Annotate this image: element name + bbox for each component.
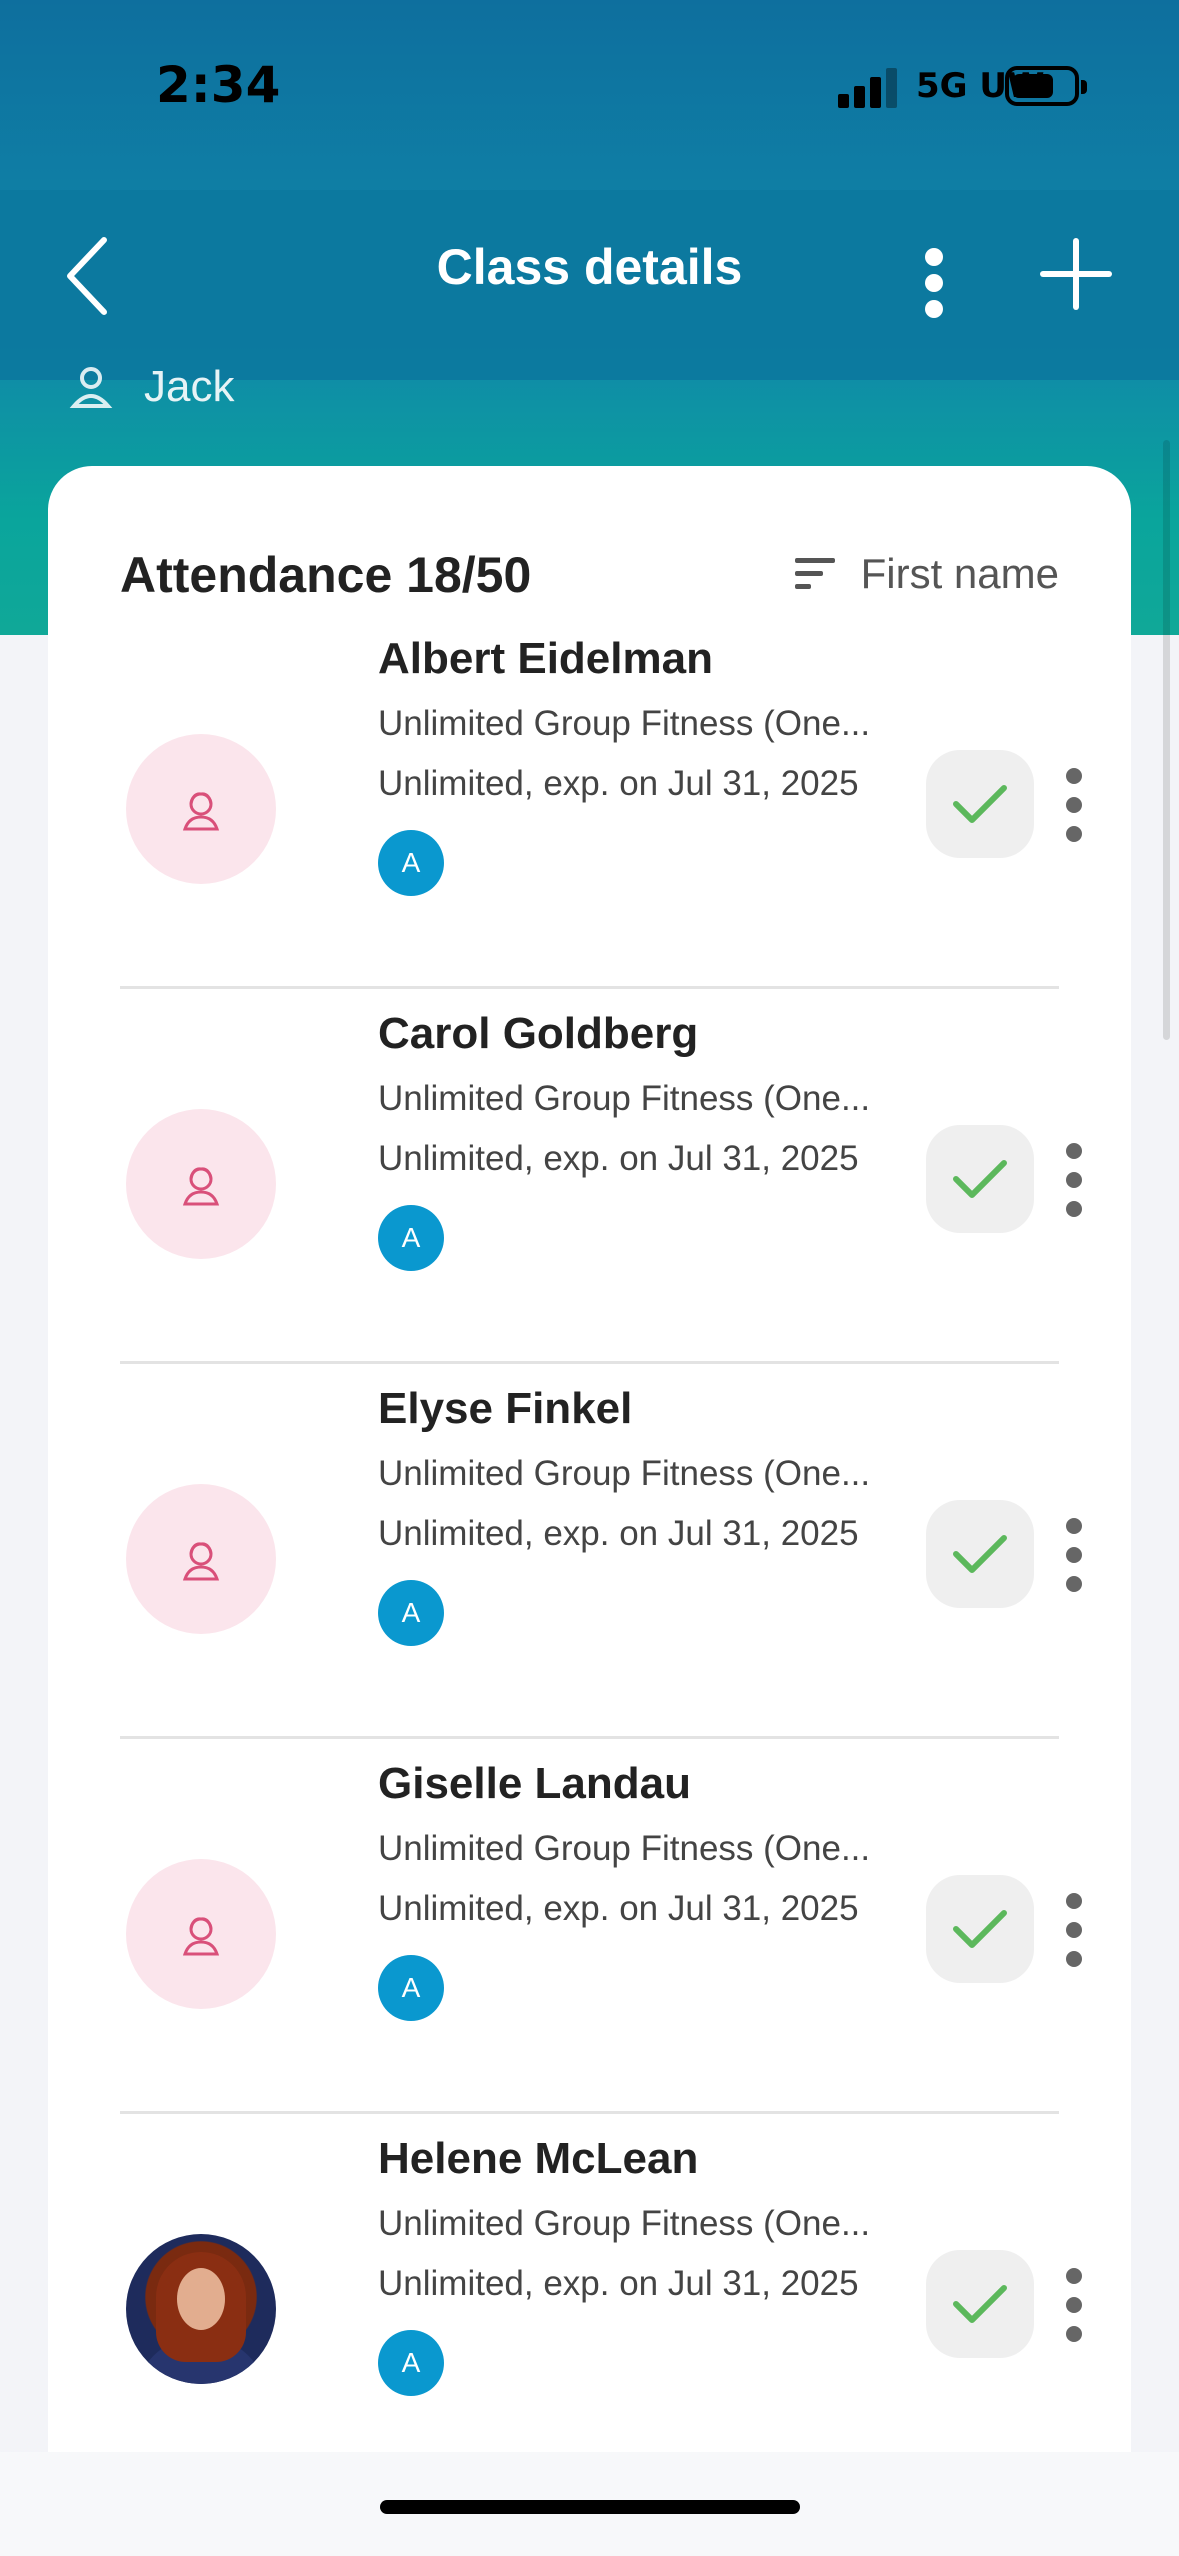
- attendee-plan: Unlimited Group Fitness (One...: [378, 704, 871, 743]
- check-in-button[interactable]: [926, 750, 1034, 858]
- checkmark-icon: [953, 1910, 1007, 1948]
- attendee-row[interactable]: Carol Goldberg Unlimited Group Fitness (O…: [120, 989, 1082, 1364]
- check-in-button[interactable]: [926, 1125, 1034, 1233]
- scrollbar[interactable]: [1163, 440, 1170, 1040]
- attendance-title: Attendance 18/50: [120, 547, 532, 603]
- avatar[interactable]: [126, 1109, 276, 1259]
- checkmark-icon: [953, 785, 1007, 823]
- attendance-card: Attendance 18/50 First name Albert Eidel…: [48, 466, 1131, 2556]
- avatar[interactable]: [126, 734, 276, 884]
- attendee-plan: Unlimited Group Fitness (One...: [378, 1454, 871, 1493]
- attendee-expiry: Unlimited, exp. on Jul 31, 2025: [378, 1514, 859, 1553]
- checkmark-icon: [953, 2285, 1007, 2323]
- home-indicator[interactable]: [380, 2500, 800, 2514]
- sort-label: First name: [860, 550, 1059, 597]
- check-in-button[interactable]: [926, 1500, 1034, 1608]
- attendee-row[interactable]: Giselle Landau Unlimited Group Fitness (O…: [120, 1739, 1082, 2114]
- check-in-button[interactable]: [926, 1875, 1034, 1983]
- instructor-row: Jack: [68, 362, 234, 412]
- attendee-expiry: Unlimited, exp. on Jul 31, 2025: [378, 1889, 859, 1928]
- status-badge: A: [378, 1580, 444, 1646]
- page-title: Class details: [436, 239, 743, 295]
- status-bar: 2:34 5G UW: [0, 0, 1179, 180]
- person-placeholder-icon: [182, 792, 220, 831]
- attendee-row[interactable]: Albert Eidelman Unlimited Group Fitness (…: [120, 614, 1082, 989]
- attendee-expiry: Unlimited, exp. on Jul 31, 2025: [378, 764, 859, 803]
- nav-bar: Class details: [0, 190, 1179, 380]
- avatar[interactable]: [126, 1484, 276, 1634]
- attendee-plan: Unlimited Group Fitness (One...: [378, 1829, 871, 1868]
- check-in-button[interactable]: [926, 2250, 1034, 2358]
- person-icon: [68, 364, 114, 410]
- attendee-expiry: Unlimited, exp. on Jul 31, 2025: [378, 2264, 859, 2303]
- add-button[interactable]: [1040, 238, 1112, 310]
- attendee-name: Elyse Finkel: [378, 1384, 633, 1433]
- sort-button[interactable]: First name: [794, 550, 1059, 598]
- row-more-button[interactable]: [1054, 1125, 1094, 1235]
- row-more-button[interactable]: [1054, 1875, 1094, 1985]
- status-time: 2:34: [156, 56, 281, 114]
- avatar[interactable]: [126, 1859, 276, 2009]
- attendee-name: Helene McLean: [378, 2134, 699, 2183]
- person-placeholder-icon: [182, 1167, 220, 1206]
- signal-icon: [838, 66, 898, 108]
- attendee-name: Albert Eidelman: [378, 634, 713, 683]
- attendee-row[interactable]: Helene McLean Unlimited Group Fitness (On…: [120, 2114, 1082, 2489]
- status-badge: A: [378, 1955, 444, 2021]
- attendee-name: Carol Goldberg: [378, 1009, 699, 1058]
- person-placeholder-icon: [182, 1917, 220, 1956]
- status-badge: A: [378, 2330, 444, 2396]
- status-badge: A: [378, 1205, 444, 1271]
- home-area: [0, 2452, 1179, 2556]
- row-more-button[interactable]: [1054, 750, 1094, 860]
- avatar[interactable]: [126, 2234, 276, 2384]
- sort-icon: [794, 554, 837, 594]
- instructor-name: Jack: [144, 362, 235, 411]
- attendee-expiry: Unlimited, exp. on Jul 31, 2025: [378, 1139, 859, 1178]
- attendee-row[interactable]: Elyse Finkel Unlimited Group Fitness (One…: [120, 1364, 1082, 1739]
- checkmark-icon: [953, 1160, 1007, 1198]
- checkmark-icon: [953, 1535, 1007, 1573]
- more-options-button[interactable]: [908, 228, 960, 328]
- person-placeholder-icon: [182, 1542, 220, 1581]
- attendee-plan: Unlimited Group Fitness (One...: [378, 1079, 871, 1118]
- attendee-name: Giselle Landau: [378, 1759, 691, 1808]
- status-badge: A: [378, 830, 444, 896]
- row-more-button[interactable]: [1054, 2250, 1094, 2360]
- attendee-plan: Unlimited Group Fitness (One...: [378, 2204, 871, 2243]
- battery-icon: [1005, 66, 1087, 106]
- row-more-button[interactable]: [1054, 1500, 1094, 1610]
